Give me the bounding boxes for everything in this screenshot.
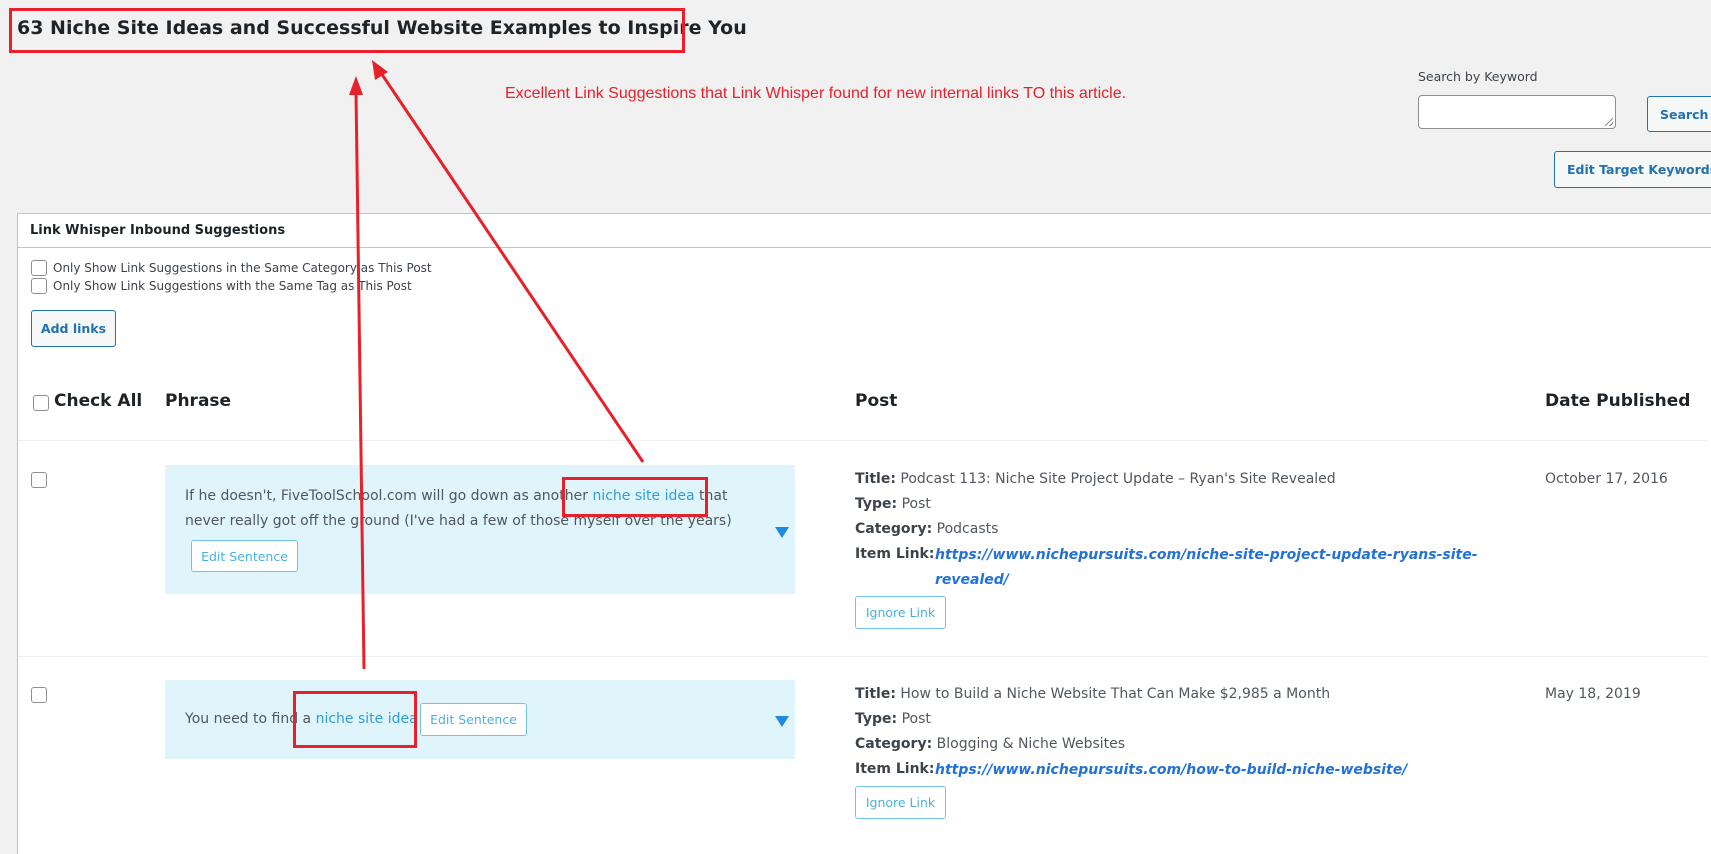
meta-key-title: Title: [855,686,896,702]
post-type: Post [901,711,931,727]
post-title-line: Title: How to Build a Niche Website That… [855,686,1330,702]
row-divider [18,440,1708,441]
meta-key-item-link: Item Link: [855,761,935,777]
expand-triangle-icon[interactable] [775,527,789,538]
title-highlight-box [9,8,685,53]
resize-grip-icon[interactable] [1605,118,1613,126]
same-tag-checkbox[interactable] [31,278,47,294]
post-category-line: Category: Blogging & Niche Websites [855,736,1125,752]
row-checkbox[interactable] [31,687,47,703]
same-category-checkbox[interactable] [31,260,47,276]
panel-title: Link Whisper Inbound Suggestions [30,223,286,238]
item-link-continued[interactable]: revealed/ [935,568,1009,593]
search-button[interactable]: Search [1647,96,1711,132]
meta-key-type: Type: [855,496,898,512]
meta-key-item-link: Item Link: [855,546,935,562]
phrase-highlight-box [293,691,417,748]
column-header-phrase: Phrase [165,391,232,411]
post-category: Podcasts [936,521,999,537]
item-link[interactable]: https://www.nichepursuits.com/how-to-bui… [935,758,1407,783]
meta-key-type: Type: [855,711,898,727]
edit-sentence-button[interactable]: Edit Sentence [191,540,298,572]
phrase-box: You need to find a niche site idea Edit … [165,680,795,759]
panel-header: Link Whisper Inbound Suggestions [18,214,1711,248]
phrase-text-before: If he doesn't, FiveToolSchool.com will g… [185,488,593,504]
ignore-link-button[interactable]: Ignore Link [855,596,946,629]
phrase-highlight-box [562,477,708,517]
post-title: Podcast 113: Niche Site Project Update –… [900,471,1336,487]
post-category: Blogging & Niche Websites [936,736,1126,752]
post-type: Post [901,496,931,512]
post-category-line: Category: Podcasts [855,521,998,537]
item-link-line: Item Link: [855,546,934,562]
same-category-label: Only Show Link Suggestions in the Same C… [53,261,432,275]
search-label: Search by Keyword [1418,69,1538,84]
expand-triangle-icon[interactable] [775,716,789,727]
ignore-link-button[interactable]: Ignore Link [855,786,946,819]
check-all-checkbox[interactable] [33,395,49,411]
inbound-suggestions-panel: Link Whisper Inbound Suggestions Only Sh… [17,213,1711,854]
meta-key-category: Category: [855,521,933,537]
column-header-date: Date Published [1545,391,1691,411]
edit-target-keywords-button[interactable]: Edit Target Keywords [1554,151,1711,188]
column-header-check-all[interactable]: Check All [54,391,142,411]
post-title: How to Build a Niche Website That Can Ma… [900,686,1331,702]
meta-key-title: Title: [855,471,896,487]
same-tag-label: Only Show Link Suggestions with the Same… [53,279,412,293]
annotation-note: Excellent Link Suggestions that Link Whi… [505,85,1127,102]
post-type-line: Type: Post [855,711,931,727]
search-input[interactable] [1418,95,1616,129]
date-published: May 18, 2019 [1545,686,1641,702]
add-links-button[interactable]: Add links [31,310,116,347]
post-title-line: Title: Podcast 113: Niche Site Project U… [855,471,1336,487]
edit-sentence-button[interactable]: Edit Sentence [420,703,527,736]
item-link[interactable]: https://www.nichepursuits.com/niche-site… [935,543,1478,568]
meta-key-category: Category: [855,736,933,752]
column-header-post: Post [855,391,898,411]
row-checkbox[interactable] [31,472,47,488]
post-type-line: Type: Post [855,496,931,512]
item-link-line: Item Link: [855,761,934,777]
row-divider [18,656,1708,657]
date-published: October 17, 2016 [1545,471,1668,487]
